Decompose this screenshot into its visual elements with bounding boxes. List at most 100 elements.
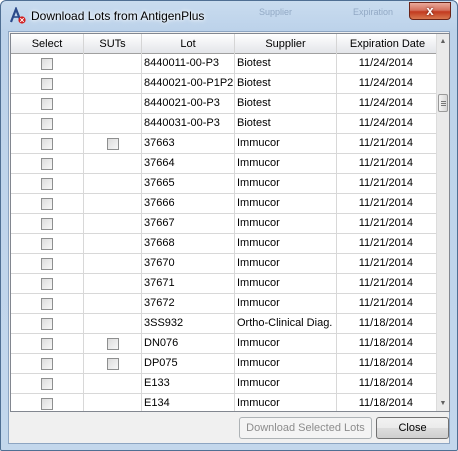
table-row[interactable]: 37668 Immucor 11/21/2014	[11, 234, 438, 254]
column-header-select[interactable]: Select	[11, 34, 84, 54]
table-row[interactable]: DP075 Immucor 11/18/2014	[11, 354, 438, 374]
suts-cell	[84, 214, 142, 234]
select-cell	[11, 94, 84, 114]
supplier-cell: Immucor	[235, 134, 337, 154]
lot-cell: 37665	[142, 174, 235, 194]
select-checkbox[interactable]	[41, 178, 53, 190]
select-checkbox[interactable]	[41, 158, 53, 170]
expiration-date-cell: 11/18/2014	[337, 394, 438, 411]
lot-cell: 37666	[142, 194, 235, 214]
grid-header: Select SUTs Lot Supplier Expiration Date	[11, 34, 438, 54]
scroll-down-icon[interactable]: ▼	[437, 396, 449, 411]
table-row[interactable]: 37663 Immucor 11/21/2014	[11, 134, 438, 154]
expiration-date-cell: 11/24/2014	[337, 74, 438, 94]
expiration-date-cell: 11/18/2014	[337, 314, 438, 334]
select-checkbox[interactable]	[41, 278, 53, 290]
suts-cell	[84, 294, 142, 314]
suts-cell	[84, 194, 142, 214]
select-checkbox[interactable]	[41, 78, 53, 90]
select-checkbox[interactable]	[41, 378, 53, 390]
table-row[interactable]: 8440021-00-P1P2 Biotest 11/24/2014	[11, 74, 438, 94]
select-cell	[11, 114, 84, 134]
supplier-cell: Immucor	[235, 334, 337, 354]
expiration-date-cell: 11/18/2014	[337, 354, 438, 374]
table-row[interactable]: DN076 Immucor 11/18/2014	[11, 334, 438, 354]
select-cell	[11, 214, 84, 234]
table-row[interactable]: 37666 Immucor 11/21/2014	[11, 194, 438, 214]
table-row[interactable]: 37672 Immucor 11/21/2014	[11, 294, 438, 314]
expiration-date-cell: 11/21/2014	[337, 234, 438, 254]
title-bar[interactable]: Download Lots from AntigenPlus Supplier …	[1, 1, 457, 31]
expiration-date-cell: 11/21/2014	[337, 154, 438, 174]
select-checkbox[interactable]	[41, 58, 53, 70]
expiration-date-cell: 11/21/2014	[337, 274, 438, 294]
lot-cell: 37663	[142, 134, 235, 154]
select-checkbox[interactable]	[41, 138, 53, 150]
select-checkbox[interactable]	[41, 298, 53, 310]
select-cell	[11, 234, 84, 254]
select-checkbox[interactable]	[41, 238, 53, 250]
suts-checkbox[interactable]	[107, 358, 119, 370]
select-cell	[11, 294, 84, 314]
lot-cell: 37672	[142, 294, 235, 314]
suts-cell	[84, 94, 142, 114]
lot-cell: E133	[142, 374, 235, 394]
select-cell	[11, 334, 84, 354]
supplier-cell: Ortho-Clinical Diag.	[235, 314, 337, 334]
table-row[interactable]: E133 Immucor 11/18/2014	[11, 374, 438, 394]
table-row[interactable]: 8440011-00-P3 Biotest 11/24/2014	[11, 54, 438, 74]
select-cell	[11, 134, 84, 154]
window-close-button[interactable]: x	[409, 2, 451, 20]
vertical-scrollbar[interactable]: ▲ ▼	[436, 34, 449, 411]
expiration-date-cell: 11/21/2014	[337, 254, 438, 274]
column-header-lot[interactable]: Lot	[142, 34, 235, 54]
suts-cell	[84, 154, 142, 174]
table-row[interactable]: E134 Immucor 11/18/2014	[11, 394, 438, 411]
select-cell	[11, 374, 84, 394]
supplier-cell: Biotest	[235, 114, 337, 134]
scroll-up-icon[interactable]: ▲	[437, 34, 449, 49]
expiration-date-cell: 11/24/2014	[337, 114, 438, 134]
table-row[interactable]: 8440021-00-P3 Biotest 11/24/2014	[11, 94, 438, 114]
supplier-cell: Biotest	[235, 74, 337, 94]
select-checkbox[interactable]	[41, 318, 53, 330]
supplier-cell: Immucor	[235, 374, 337, 394]
column-header-suts[interactable]: SUTs	[84, 34, 142, 54]
select-checkbox[interactable]	[41, 338, 53, 350]
table-row[interactable]: 37664 Immucor 11/21/2014	[11, 154, 438, 174]
select-checkbox[interactable]	[41, 198, 53, 210]
lot-cell: 37671	[142, 274, 235, 294]
expiration-date-cell: 11/21/2014	[337, 214, 438, 234]
table-row[interactable]: 8440031-00-P3 Biotest 11/24/2014	[11, 114, 438, 134]
select-checkbox[interactable]	[41, 258, 53, 270]
select-checkbox[interactable]	[41, 398, 53, 410]
column-header-supplier[interactable]: Supplier	[235, 34, 337, 54]
grip-line	[441, 101, 446, 102]
select-checkbox[interactable]	[41, 218, 53, 230]
table-row[interactable]: 37667 Immucor 11/21/2014	[11, 214, 438, 234]
suts-cell	[84, 374, 142, 394]
dialog-window: Download Lots from AntigenPlus Supplier …	[0, 0, 458, 451]
select-cell	[11, 254, 84, 274]
suts-cell	[84, 74, 142, 94]
table-row[interactable]: 3SS932 Ortho-Clinical Diag. 11/18/2014	[11, 314, 438, 334]
suts-checkbox[interactable]	[107, 138, 119, 150]
table-row[interactable]: 37671 Immucor 11/21/2014	[11, 274, 438, 294]
download-selected-lots-button[interactable]: Download Selected Lots	[239, 417, 372, 439]
expiration-date-cell: 11/18/2014	[337, 334, 438, 354]
close-button[interactable]: Close	[376, 417, 449, 439]
select-checkbox[interactable]	[41, 118, 53, 130]
scrollbar-thumb[interactable]	[438, 94, 448, 112]
table-row[interactable]: 37670 Immucor 11/21/2014	[11, 254, 438, 274]
antigenplus-icon	[9, 5, 27, 25]
lot-cell: 37668	[142, 234, 235, 254]
background-ghost-text: Supplier	[259, 7, 293, 17]
column-header-expiration-date[interactable]: Expiration Date	[337, 34, 438, 54]
suts-checkbox[interactable]	[107, 338, 119, 350]
table-row[interactable]: 37665 Immucor 11/21/2014	[11, 174, 438, 194]
lots-grid[interactable]: Select SUTs Lot Supplier Expiration Date…	[10, 33, 450, 412]
lot-cell: 8440021-00-P1P2	[142, 74, 235, 94]
select-checkbox[interactable]	[41, 98, 53, 110]
select-checkbox[interactable]	[41, 358, 53, 370]
suts-cell	[84, 134, 142, 154]
